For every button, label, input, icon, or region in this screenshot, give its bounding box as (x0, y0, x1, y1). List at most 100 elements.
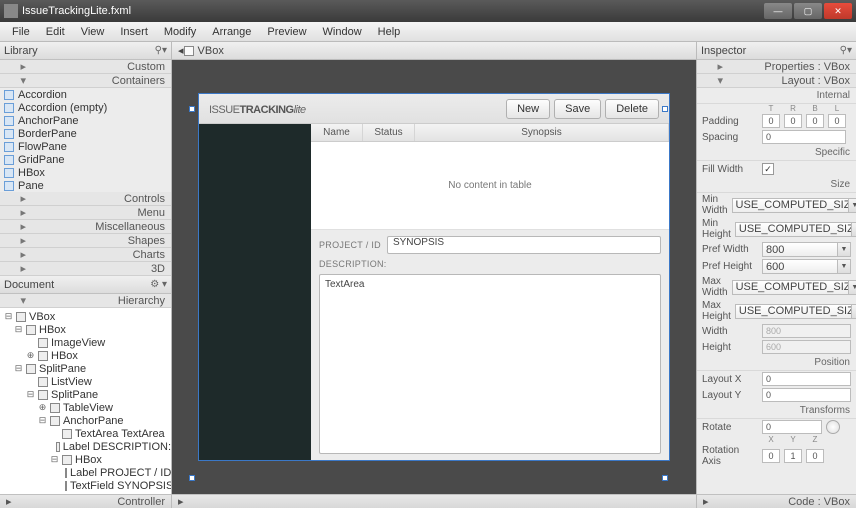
menu-view[interactable]: View (73, 24, 113, 40)
layoutx-input[interactable] (762, 372, 851, 386)
node-icon (38, 390, 48, 400)
padding-t[interactable] (762, 114, 780, 128)
synopsis-input[interactable]: SYNOPSIS (387, 236, 661, 254)
tree-node[interactable]: ⊟HBox (0, 453, 171, 466)
menu-window[interactable]: Window (315, 24, 370, 40)
tree-node[interactable]: ⊕TableView (0, 401, 171, 414)
properties-header[interactable]: ▸Properties : VBox (697, 60, 856, 74)
save-button[interactable]: Save (554, 99, 601, 119)
tree-node[interactable]: ⊟SplitPane (0, 388, 171, 401)
menu-preview[interactable]: Preview (259, 24, 314, 40)
menu-help[interactable]: Help (370, 24, 409, 40)
tree-node[interactable]: ListView (0, 375, 171, 388)
rotate-wheel-icon[interactable] (826, 420, 840, 434)
library-item[interactable]: Pane (0, 179, 171, 192)
library-menu-icon[interactable]: ▾ (162, 45, 167, 56)
prefheight-combo[interactable]: 600▼ (762, 259, 851, 274)
minheight-combo[interactable]: USE_COMPUTED_SIZE▼ (735, 222, 856, 237)
menu-file[interactable]: File (4, 24, 38, 40)
hierarchy-header[interactable]: ▾Hierarchy (0, 294, 171, 308)
library-section-3d[interactable]: ▸3D (0, 262, 171, 276)
library-item[interactable]: GridPane (0, 153, 171, 166)
fillwidth-checkbox[interactable]: ✓ (762, 163, 774, 175)
tree-node[interactable]: ⊕HBox (0, 349, 171, 362)
tree-node[interactable]: ⊟AnchorPane (0, 414, 171, 427)
tree-node[interactable]: Label DESCRIPTION: (0, 440, 171, 453)
app-sidebar[interactable] (199, 124, 311, 460)
padding-l[interactable] (828, 114, 846, 128)
tree-twisty-icon[interactable]: ⊟ (38, 415, 47, 426)
code-strip[interactable]: ▸Code : VBox (697, 494, 856, 508)
design-breadcrumb[interactable]: ◂ VBox (172, 42, 696, 60)
inspector-search-icon[interactable]: ⚲ (840, 45, 847, 56)
menu-arrange[interactable]: Arrange (204, 24, 259, 40)
tree-twisty-icon[interactable]: ⊟ (50, 454, 59, 465)
selection-handle[interactable] (189, 106, 195, 112)
prefwidth-combo[interactable]: 800▼ (762, 242, 851, 257)
selection-handle[interactable] (662, 475, 668, 481)
menu-edit[interactable]: Edit (38, 24, 73, 40)
menu-insert[interactable]: Insert (112, 24, 156, 40)
spacing-input[interactable] (762, 130, 846, 144)
tree-node[interactable]: ⊟SplitPane (0, 362, 171, 375)
library-item[interactable]: Accordion (0, 88, 171, 101)
library-section-controls[interactable]: ▸Controls (0, 192, 171, 206)
tree-twisty-icon[interactable]: ⊟ (26, 389, 35, 400)
col-synopsis[interactable]: Synopsis (415, 124, 669, 141)
tree-node[interactable]: ⊟VBox (0, 310, 171, 323)
library-section-custom[interactable]: ▸Custom (0, 60, 171, 74)
description-textarea[interactable]: TextArea (319, 274, 661, 454)
section-transforms: Transforms (697, 403, 856, 419)
maximize-button[interactable]: ▢ (794, 3, 822, 19)
tree-twisty-icon[interactable]: ⊟ (4, 311, 13, 322)
maxwidth-combo[interactable]: USE_COMPUTED_SIZE▼ (732, 280, 856, 295)
new-button[interactable]: New (506, 99, 550, 119)
tree-node[interactable]: TextArea TextArea (0, 427, 171, 440)
minwidth-combo[interactable]: USE_COMPUTED_SIZE▼ (732, 198, 856, 213)
rotate-input[interactable] (762, 420, 822, 434)
library-section-shapes[interactable]: ▸Shapes (0, 234, 171, 248)
library-search-icon[interactable]: ⚲ (155, 45, 162, 56)
hierarchy-tree[interactable]: ⊟VBox⊟HBoxImageView⊕HBox⊟SplitPaneListVi… (0, 308, 171, 494)
tree-node[interactable]: Label PROJECT / ID (0, 466, 171, 479)
close-button[interactable]: ✕ (824, 3, 852, 19)
layout-header[interactable]: ▾Layout : VBox (697, 74, 856, 88)
minimize-button[interactable]: — (764, 3, 792, 19)
library-section-misc[interactable]: ▸Miscellaneous (0, 220, 171, 234)
rotaxis-y[interactable] (784, 449, 802, 463)
tree-twisty-icon[interactable]: ⊟ (14, 363, 23, 374)
tree-node[interactable]: ⊟HBox (0, 323, 171, 336)
tree-twisty-icon[interactable]: ⊟ (14, 324, 23, 335)
padding-b[interactable] (806, 114, 824, 128)
selection-handle[interactable] (189, 475, 195, 481)
tree-node[interactable]: ImageView (0, 336, 171, 349)
tree-twisty-icon[interactable]: ⊕ (26, 350, 35, 361)
layouty-input[interactable] (762, 388, 851, 402)
library-item[interactable]: Accordion (empty) (0, 101, 171, 114)
node-icon (26, 325, 36, 335)
library-item[interactable]: FlowPane (0, 140, 171, 153)
inspector-menu-icon[interactable]: ▾ (847, 45, 852, 56)
library-item[interactable]: AnchorPane (0, 114, 171, 127)
height-label: Height (702, 342, 758, 353)
library-section-containers[interactable]: ▾Containers (0, 74, 171, 88)
col-name[interactable]: Name (311, 124, 363, 141)
rotaxis-z[interactable] (806, 449, 824, 463)
selection-handle[interactable] (662, 106, 668, 112)
maxheight-combo[interactable]: USE_COMPUTED_SIZE▼ (735, 304, 856, 319)
padding-r[interactable] (784, 114, 802, 128)
library-item[interactable]: BorderPane (0, 127, 171, 140)
library-section-menu[interactable]: ▸Menu (0, 206, 171, 220)
tree-twisty-icon[interactable]: ⊕ (38, 402, 47, 413)
col-status[interactable]: Status (363, 124, 415, 141)
delete-button[interactable]: Delete (605, 99, 659, 119)
design-canvas[interactable]: ISSUETRACKINGlite New Save Delete Name S… (199, 94, 669, 460)
menu-modify[interactable]: Modify (156, 24, 204, 40)
tree-node[interactable]: TextField SYNOPSIS (0, 479, 171, 492)
controller-strip[interactable]: ▸Controller (0, 494, 171, 508)
rotaxis-x[interactable] (762, 449, 780, 463)
library-item[interactable]: HBox (0, 166, 171, 179)
table-body[interactable]: No content in table (311, 142, 669, 230)
library-section-charts[interactable]: ▸Charts (0, 248, 171, 262)
document-menu-icon[interactable]: ⚙ ▾ (150, 279, 167, 290)
